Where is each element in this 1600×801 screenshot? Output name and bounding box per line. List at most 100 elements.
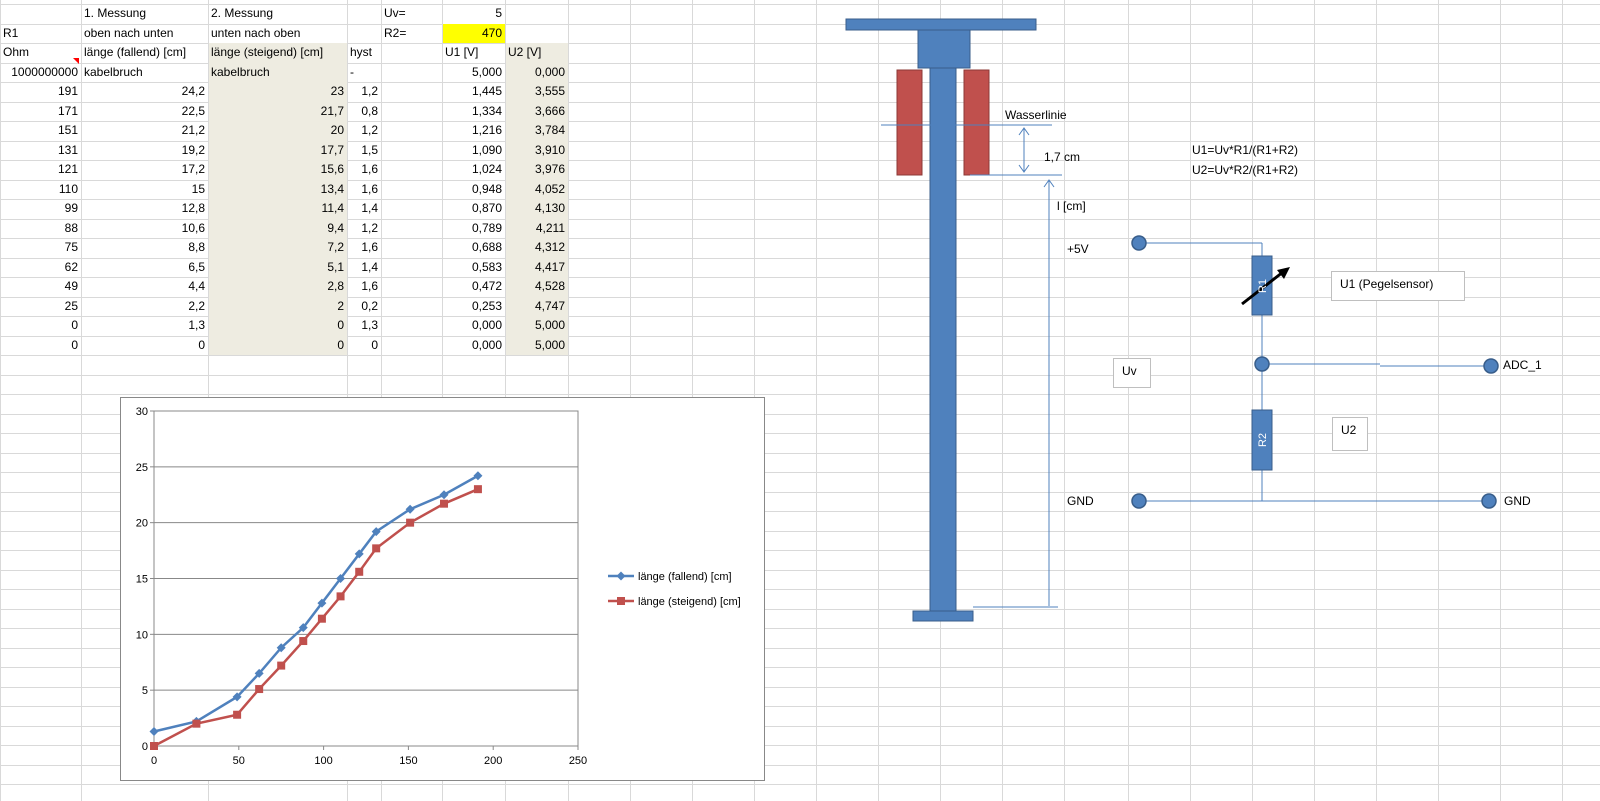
comment-indicator[interactable] xyxy=(73,58,79,64)
cell-f[interactable]: 0,870 xyxy=(442,199,505,218)
cell-c[interactable]: unten nach oben xyxy=(208,24,347,43)
cell-f[interactable]: 0,948 xyxy=(442,180,505,199)
cell-b[interactable]: 4,4 xyxy=(81,277,208,296)
line-chart[interactable]: 0 5 10 15 20 25 30 0 50 100 150 200 250 länge (fallen… xyxy=(120,397,765,781)
cell-f[interactable]: 470 xyxy=(442,24,505,43)
cell-g[interactable]: 4,747 xyxy=(505,297,568,316)
cell-a[interactable]: 151 xyxy=(0,121,81,140)
cell-g[interactable]: 4,417 xyxy=(505,258,568,277)
cell-d[interactable]: 1,2 xyxy=(347,82,381,101)
cell-c[interactable]: 15,6 xyxy=(208,160,347,179)
cell-a[interactable]: 88 xyxy=(0,219,81,238)
cell-d[interactable]: 0 xyxy=(347,336,381,355)
cell-a[interactable]: 121 xyxy=(0,160,81,179)
cell-a[interactable]: 75 xyxy=(0,238,81,257)
cell-c[interactable]: 23 xyxy=(208,82,347,101)
cell-g[interactable]: 3,976 xyxy=(505,160,568,179)
cell-b[interactable]: oben nach unten xyxy=(81,24,208,43)
cell-a[interactable]: 99 xyxy=(0,199,81,218)
cell-f[interactable]: 0,472 xyxy=(442,277,505,296)
u1-textbox[interactable]: U1 (Pegelsensor) xyxy=(1331,271,1465,301)
cell-g[interactable]: 5,000 xyxy=(505,316,568,335)
cell-a[interactable]: 191 xyxy=(0,82,81,101)
cell-f[interactable]: 0,253 xyxy=(442,297,505,316)
cell-d[interactable]: 1,6 xyxy=(347,277,381,296)
cell-d[interactable]: 1,6 xyxy=(347,238,381,257)
cell-a[interactable]: 0 xyxy=(0,336,81,355)
cell-c[interactable]: 20 xyxy=(208,121,347,140)
cell-d[interactable]: 0,8 xyxy=(347,102,381,121)
cell-d[interactable]: 1,6 xyxy=(347,160,381,179)
cell-f[interactable]: 1,090 xyxy=(442,141,505,160)
cell-d[interactable]: 1,3 xyxy=(347,316,381,335)
cell-g[interactable]: U2 [V] xyxy=(505,43,568,62)
cell-a[interactable]: 171 xyxy=(0,102,81,121)
cell-c[interactable]: 2 xyxy=(208,297,347,316)
cell-d[interactable]: 1,5 xyxy=(347,141,381,160)
cell-c[interactable]: 21,7 xyxy=(208,102,347,121)
cell-b[interactable]: 0 xyxy=(81,336,208,355)
cell-f[interactable]: 1,216 xyxy=(442,121,505,140)
cell-d[interactable]: 0,2 xyxy=(347,297,381,316)
cell-a[interactable]: 49 xyxy=(0,277,81,296)
cell-c[interactable]: 11,4 xyxy=(208,199,347,218)
cell-g[interactable]: 4,211 xyxy=(505,219,568,238)
cell-b[interactable]: 21,2 xyxy=(81,121,208,140)
cell-a[interactable]: Ohm xyxy=(0,43,81,62)
cell-a[interactable]: 0 xyxy=(0,316,81,335)
cell-d[interactable]: 1,2 xyxy=(347,219,381,238)
cell-a[interactable]: 25 xyxy=(0,297,81,316)
cell-c[interactable]: 2,8 xyxy=(208,277,347,296)
cell-b[interactable]: kabelbruch xyxy=(81,63,208,82)
cell-g[interactable]: 3,666 xyxy=(505,102,568,121)
cell-b[interactable]: 19,2 xyxy=(81,141,208,160)
cell-a[interactable]: 131 xyxy=(0,141,81,160)
cell-b[interactable]: 1. Messung xyxy=(81,4,208,23)
cell-f[interactable]: 0,688 xyxy=(442,238,505,257)
cell-f[interactable]: 0,000 xyxy=(442,336,505,355)
cell-d[interactable]: 1,4 xyxy=(347,258,381,277)
cell-a[interactable]: 1000000000 xyxy=(0,63,81,82)
cell-g[interactable]: 0,000 xyxy=(505,63,568,82)
cell-b[interactable]: 10,6 xyxy=(81,219,208,238)
cell-f[interactable]: 5,000 xyxy=(442,63,505,82)
cell-d[interactable]: - xyxy=(347,63,381,82)
cell-c[interactable]: 9,4 xyxy=(208,219,347,238)
cell-b[interactable]: 1,3 xyxy=(81,316,208,335)
cell-c[interactable]: 5,1 xyxy=(208,258,347,277)
cell-b[interactable]: 17,2 xyxy=(81,160,208,179)
cell-a[interactable]: 110 xyxy=(0,180,81,199)
cell-c[interactable]: 0 xyxy=(208,316,347,335)
cell-a[interactable]: 62 xyxy=(0,258,81,277)
cell-g[interactable]: 4,312 xyxy=(505,238,568,257)
cell-d[interactable]: 1,6 xyxy=(347,180,381,199)
cell-c[interactable]: 7,2 xyxy=(208,238,347,257)
cell-f[interactable]: 0,000 xyxy=(442,316,505,335)
cell-g[interactable]: 4,130 xyxy=(505,199,568,218)
cell-e[interactable]: Uv= xyxy=(381,4,442,23)
cell-c[interactable]: 2. Messung xyxy=(208,4,347,23)
u2-textbox[interactable]: U2 xyxy=(1332,417,1368,451)
cell-b[interactable]: 8,8 xyxy=(81,238,208,257)
cell-g[interactable]: 5,000 xyxy=(505,336,568,355)
cell-b[interactable]: 12,8 xyxy=(81,199,208,218)
cell-b[interactable]: 6,5 xyxy=(81,258,208,277)
cell-f[interactable]: 1,445 xyxy=(442,82,505,101)
cell-f[interactable]: 0,583 xyxy=(442,258,505,277)
cell-c[interactable]: 0 xyxy=(208,336,347,355)
cell-f[interactable]: 5 xyxy=(442,4,505,23)
cell-b[interactable]: 2,2 xyxy=(81,297,208,316)
cell-f[interactable]: 1,334 xyxy=(442,102,505,121)
cell-b[interactable]: 24,2 xyxy=(81,82,208,101)
cell-c[interactable]: länge (steigend) [cm] xyxy=(208,43,347,62)
cell-f[interactable]: 0,789 xyxy=(442,219,505,238)
cell-g[interactable]: 3,910 xyxy=(505,141,568,160)
cell-c[interactable]: kabelbruch xyxy=(208,63,347,82)
uv-textbox[interactable]: Uv xyxy=(1113,358,1151,388)
cell-a[interactable]: R1 xyxy=(0,24,81,43)
cell-f[interactable]: 1,024 xyxy=(442,160,505,179)
cell-g[interactable]: 3,555 xyxy=(505,82,568,101)
cell-b[interactable]: länge (fallend) [cm] xyxy=(81,43,208,62)
cell-c[interactable]: 13,4 xyxy=(208,180,347,199)
cell-b[interactable]: 22,5 xyxy=(81,102,208,121)
